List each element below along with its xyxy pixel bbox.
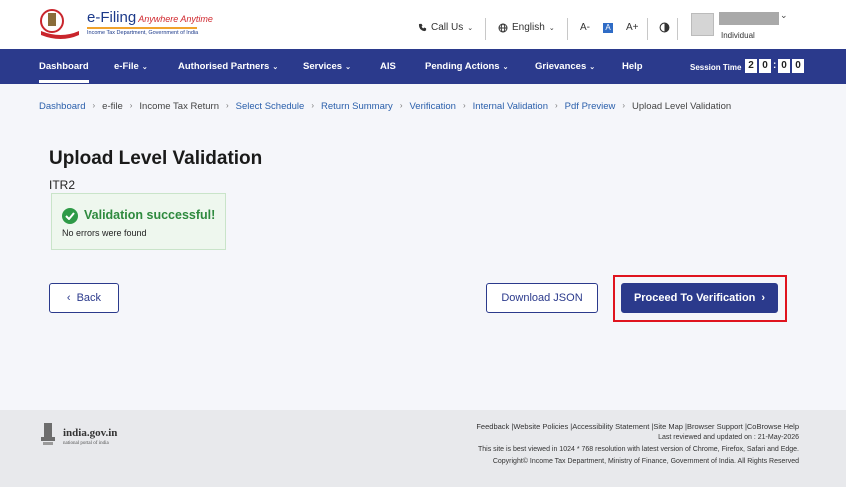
call-us-menu[interactable]: Call Us ⌄ [418, 22, 473, 33]
breadcrumb-dashboard[interactable]: Dashboard [39, 101, 85, 112]
proceed-to-verification-button[interactable]: Proceed To Verification › [621, 283, 778, 313]
nav-services[interactable]: Services ⌄ [303, 61, 351, 72]
breadcrumb-current: Upload Level Validation [632, 101, 732, 112]
user-role: Individual [721, 31, 755, 40]
success-description: No errors were found [62, 228, 147, 238]
phone-icon [418, 23, 427, 32]
india-gov-logo[interactable]: india.gov.in national portal of india [39, 421, 134, 451]
india-gov-title: india.gov.in [63, 427, 118, 439]
chevron-down-icon: ⌄ [345, 64, 351, 71]
session-digit: 2 [745, 59, 757, 73]
breadcrumb-income-tax-return: Income Tax Return [139, 101, 219, 112]
session-timer: 2 0 : 0 0 [745, 59, 804, 73]
nav-pending-actions[interactable]: Pending Actions ⌄ [425, 61, 508, 72]
chevron-down-icon: ⌄ [548, 24, 555, 32]
efiling-emblem-icon [40, 9, 79, 39]
logo-subtitle: Income Tax Department, Government of Ind… [87, 30, 199, 36]
chevron-down-icon: ⌄ [467, 24, 474, 32]
last-reviewed: Last reviewed and updated on : 21-May-20… [658, 434, 799, 441]
globe-icon [498, 23, 508, 32]
chevron-down-icon: ⌄ [272, 64, 279, 71]
footer-links[interactable]: Feedback |Website Policies |Accessibilit… [476, 422, 799, 431]
user-name-redacted[interactable] [719, 12, 779, 25]
chevron-right-icon: › [129, 101, 133, 110]
chevron-down-icon: ⌄ [589, 64, 596, 71]
national-emblem-icon [41, 423, 55, 445]
download-json-label: Download JSON [501, 292, 583, 304]
font-increase-button[interactable]: A+ [626, 22, 639, 33]
font-decrease-button[interactable]: A- [580, 22, 590, 33]
page-title: Upload Level Validation [49, 148, 263, 169]
divider [647, 18, 648, 40]
copyright: Copyright© Income Tax Department, Minist… [492, 458, 799, 465]
nav-efile[interactable]: e-File ⌄ [114, 61, 148, 72]
session-colon: : [773, 60, 777, 71]
nav-dashboard[interactable]: Dashboard [39, 61, 89, 83]
nav-authorised-partners[interactable]: Authorised Partners ⌄ [178, 61, 278, 72]
validation-success-box: Validation successful! No errors were fo… [51, 193, 226, 250]
divider [567, 18, 568, 40]
logo-title: e-Filing Anywhere Anytime [87, 9, 213, 26]
session-digit: 0 [759, 59, 771, 73]
avatar[interactable] [691, 13, 714, 36]
footer: india.gov.in national portal of india Fe… [0, 410, 846, 487]
divider [677, 18, 678, 40]
divider [485, 18, 486, 40]
chevron-right-icon: › [311, 101, 314, 110]
session-time-label: Session Time [690, 63, 742, 72]
proceed-label: Proceed To Verification [633, 292, 756, 304]
efiling-logo[interactable]: e-Filing Anywhere Anytime Income Tax Depa… [39, 7, 213, 41]
nav-help[interactable]: Help [622, 61, 643, 72]
chevron-right-icon: › [92, 101, 96, 110]
breadcrumb-select-schedule[interactable]: Select Schedule [236, 101, 305, 112]
top-header: e-Filing Anywhere Anytime Income Tax Depa… [0, 0, 846, 49]
main-nav: Dashboard e-File ⌄ Authorised Partners ⌄ S… [0, 49, 846, 84]
session-digit: 0 [778, 59, 790, 73]
chevron-down-icon[interactable]: ⌄ [780, 10, 788, 21]
language-selector[interactable]: English ⌄ [498, 22, 555, 33]
form-name: ITR2 [49, 178, 76, 192]
chevron-right-icon: › [555, 101, 558, 110]
font-normal-button[interactable]: A [603, 23, 613, 33]
breadcrumb-internal-validation[interactable]: Internal Validation [473, 101, 548, 112]
chevron-right-icon: › [225, 101, 229, 110]
logo-underline [87, 27, 197, 29]
chevron-right-icon: › [399, 101, 403, 110]
call-us-label: Call Us [431, 22, 464, 33]
contrast-icon[interactable] [659, 22, 670, 33]
back-button[interactable]: ‹ Back [49, 283, 119, 313]
chevron-left-icon: ‹ [66, 292, 71, 304]
breadcrumb-efile: e-file [102, 101, 123, 112]
download-json-button[interactable]: Download JSON [486, 283, 598, 313]
session-digit: 0 [792, 59, 804, 73]
best-viewed-note: This site is best viewed in 1024 * 768 r… [478, 446, 799, 453]
chevron-down-icon: ⌄ [502, 64, 509, 71]
language-label: English [512, 22, 545, 33]
nav-grievances[interactable]: Grievances ⌄ [535, 61, 595, 72]
nav-ais[interactable]: AIS [380, 61, 396, 72]
breadcrumb: Dashboard › e-file › Income Tax Return ›… [39, 101, 731, 112]
breadcrumb-return-summary[interactable]: Return Summary [321, 101, 393, 112]
india-gov-subtitle: national portal of india [63, 441, 109, 446]
chevron-right-icon: › [761, 292, 766, 304]
chevron-right-icon: › [462, 101, 466, 110]
breadcrumb-verification[interactable]: Verification [409, 101, 455, 112]
breadcrumb-pdf-preview[interactable]: Pdf Preview [565, 101, 616, 112]
success-title: Validation successful! [84, 208, 216, 222]
back-label: Back [76, 292, 102, 304]
chevron-right-icon: › [622, 101, 626, 110]
chevron-down-icon: ⌄ [141, 64, 148, 71]
check-circle-icon [62, 208, 78, 224]
